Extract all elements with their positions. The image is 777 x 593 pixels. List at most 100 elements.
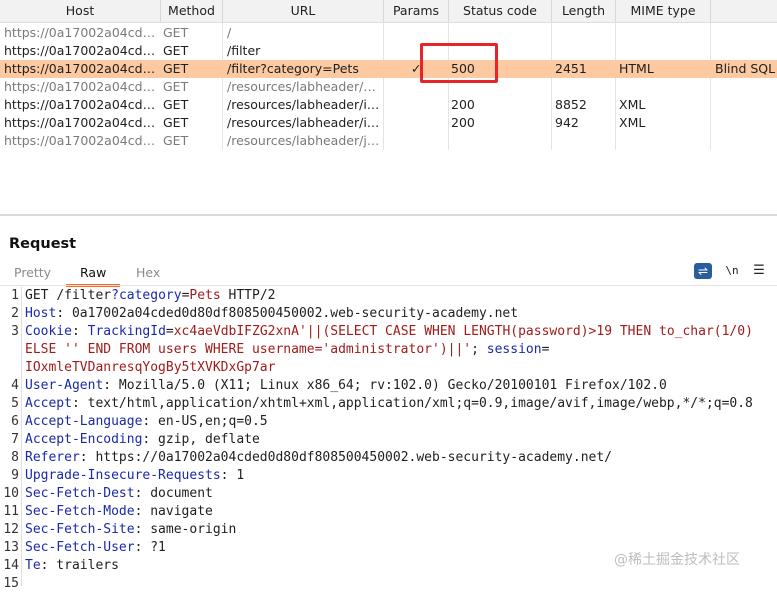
query-separator: ? [111,288,119,303]
tab-pretty[interactable]: Pretty [14,264,51,284]
cell-length: 942 [555,115,579,130]
header-value: : text/html,application/xhtml+xml,applic… [71,396,753,411]
cookie-value-session: IOxmleTVDanresqYogBy5tXVKDxGp7ar [25,360,276,375]
header-value: : https://0a17002a04cded0d80df8085004500… [79,450,613,465]
column-header-status-code[interactable]: Status code [449,0,552,22]
line-number: 5 [11,396,19,411]
table-header: Host Method URL Params Status code Lengt… [0,0,777,23]
header-line-te: Te: trailers [25,557,119,575]
cell-status-code: 200 [451,97,475,112]
header-line-upgrade-insecure-requests: Upgrade-Insecure-Requests: 1 [25,467,244,485]
cookie-equals: = [165,324,174,339]
cookie-value-injection: ELSE '' END FROM users WHERE username='a… [25,342,472,357]
header-line-sec-fetch-mode: Sec-Fetch-Mode: navigate [25,503,213,521]
header-value: : gzip, deflate [142,432,260,447]
tab-hex[interactable]: Hex [136,264,160,284]
cell-url: /resources/labheader/im... [227,97,381,112]
header-line-host: Host: 0a17002a04cded0d80df808500450002.w… [25,305,518,323]
status-code-highlight-box [420,43,498,83]
cell-method: GET [163,115,189,130]
line-number-gutter: 1 2 3 4 5 6 7 8 9 10 11 12 13 14 15 [0,287,22,591]
header-line-cookie-wrap: ELSE '' END FROM users WHERE username='a… [25,341,549,359]
cell-method: GET [163,25,189,40]
http-method: GET [25,288,57,303]
divider [0,285,777,286]
line-number: 3 [11,324,19,339]
cell-host: https://0a17002a04cded... [4,133,158,148]
column-header-host[interactable]: Host [0,0,161,22]
column-header-length[interactable]: Length [552,0,616,22]
table-row[interactable]: https://0a17002a04cded... GET /resources… [0,132,777,150]
line-number: 8 [11,450,19,465]
http-history-table: Host Method URL Params Status code Lengt… [0,0,777,214]
cell-url: / [227,25,232,40]
cell-url: /filter?category=Pets [227,61,359,76]
panel-splitter[interactable] [0,214,777,216]
line-number: 11 [3,504,19,519]
header-value: : Mozilla/5.0 (X11; Linux x86_64; rv:102… [103,378,667,393]
header-value: : 1 [220,468,245,483]
header-value: : same-origin [134,522,237,537]
raw-request-editor[interactable]: 1 2 3 4 5 6 7 8 9 10 11 12 13 14 15 GET … [0,287,777,591]
header-value: : trailers [40,558,119,573]
header-key: Sec-Fetch-User [25,540,135,555]
line-number: 6 [11,414,19,429]
header-line-accept: Accept: text/html,application/xhtml+xml,… [25,395,753,413]
header-value: : ?1 [134,540,166,555]
newline-toggle-icon[interactable]: \n [724,263,740,279]
cell-host: https://0a17002a04cded... [4,25,158,40]
line-number: 15 [3,576,19,591]
cell-host: https://0a17002a04cded... [4,43,158,58]
table-row[interactable]: https://0a17002a04cded... GET /resources… [0,78,777,96]
request-path: /filter [56,288,112,303]
line-number: 12 [3,522,19,537]
watermark-text: @稀土掘金技术社区 [614,552,740,568]
line-number: 7 [11,432,19,447]
line-number: 13 [3,540,19,555]
cell-url: /filter [227,43,261,58]
hamburger-menu-icon[interactable]: ☰ [752,263,766,279]
line-number: 9 [11,468,19,483]
header-value: : navigate [134,504,213,519]
column-header-mime-type[interactable]: MIME type [616,0,711,22]
header-line-sec-fetch-user: Sec-Fetch-User: ?1 [25,539,166,557]
table-row[interactable]: https://0a17002a04cded... GET /resources… [0,114,777,132]
cookie-name: TrackingId [87,324,166,339]
cookie-equals: = [541,342,550,357]
header-key: Upgrade-Insecure-Requests [25,468,221,483]
request-line: GET /filter?category=Pets HTTP/2 [25,287,276,305]
header-key: Sec-Fetch-Site [25,522,135,537]
header-key: Sec-Fetch-Mode [25,504,135,519]
header-line-sec-fetch-dest: Sec-Fetch-Dest: document [25,485,213,503]
header-line-user-agent: User-Agent: Mozilla/5.0 (X11; Linux x86_… [25,377,667,395]
column-header-url[interactable]: URL [223,0,384,22]
line-number: 1 [11,288,19,303]
cell-issue: Blind SQL i [715,61,777,76]
cell-mime-type: HTML [619,61,654,76]
header-line-sec-fetch-site: Sec-Fetch-Site: same-origin [25,521,236,539]
column-header-method[interactable]: Method [161,0,223,22]
table-row[interactable]: https://0a17002a04cded... GET /filter [0,42,777,60]
cell-host: https://0a17002a04cded... [4,115,158,130]
column-header-extra [711,0,777,22]
column-header-params[interactable]: Params [384,0,449,22]
header-line-cookie-wrap: IOxmleTVDanresqYogBy5tXVKDxGp7ar [25,359,275,377]
line-number: 2 [11,306,19,321]
cell-status-code: 200 [451,115,475,130]
cell-url: /resources/labheader/js/l... [227,133,381,148]
cell-host: https://0a17002a04cded... [4,79,158,94]
header-key: Accept-Encoding [25,432,143,447]
query-param-name: category [118,288,182,303]
tab-raw[interactable]: Raw [66,264,121,287]
table-row[interactable]: https://0a17002a04cded... GET /resources… [0,96,777,114]
table-row[interactable]: https://0a17002a04cded... GET / [0,24,777,42]
cell-method: GET [163,61,189,76]
cell-url: /resources/labheader/css... [227,79,381,94]
table-row-selected[interactable]: https://0a17002a04cded... GET /filter?ca… [0,60,777,78]
wrap-lines-icon[interactable]: ⇌ [694,263,712,279]
cell-url: /resources/labheader/im... [227,115,381,130]
cell-mime-type: XML [619,97,646,112]
header-value: : 0a17002a04cded0d80df808500450002.web-s… [56,306,519,321]
header-line-accept-encoding: Accept-Encoding: gzip, deflate [25,431,260,449]
cookie-name: session [486,342,542,357]
